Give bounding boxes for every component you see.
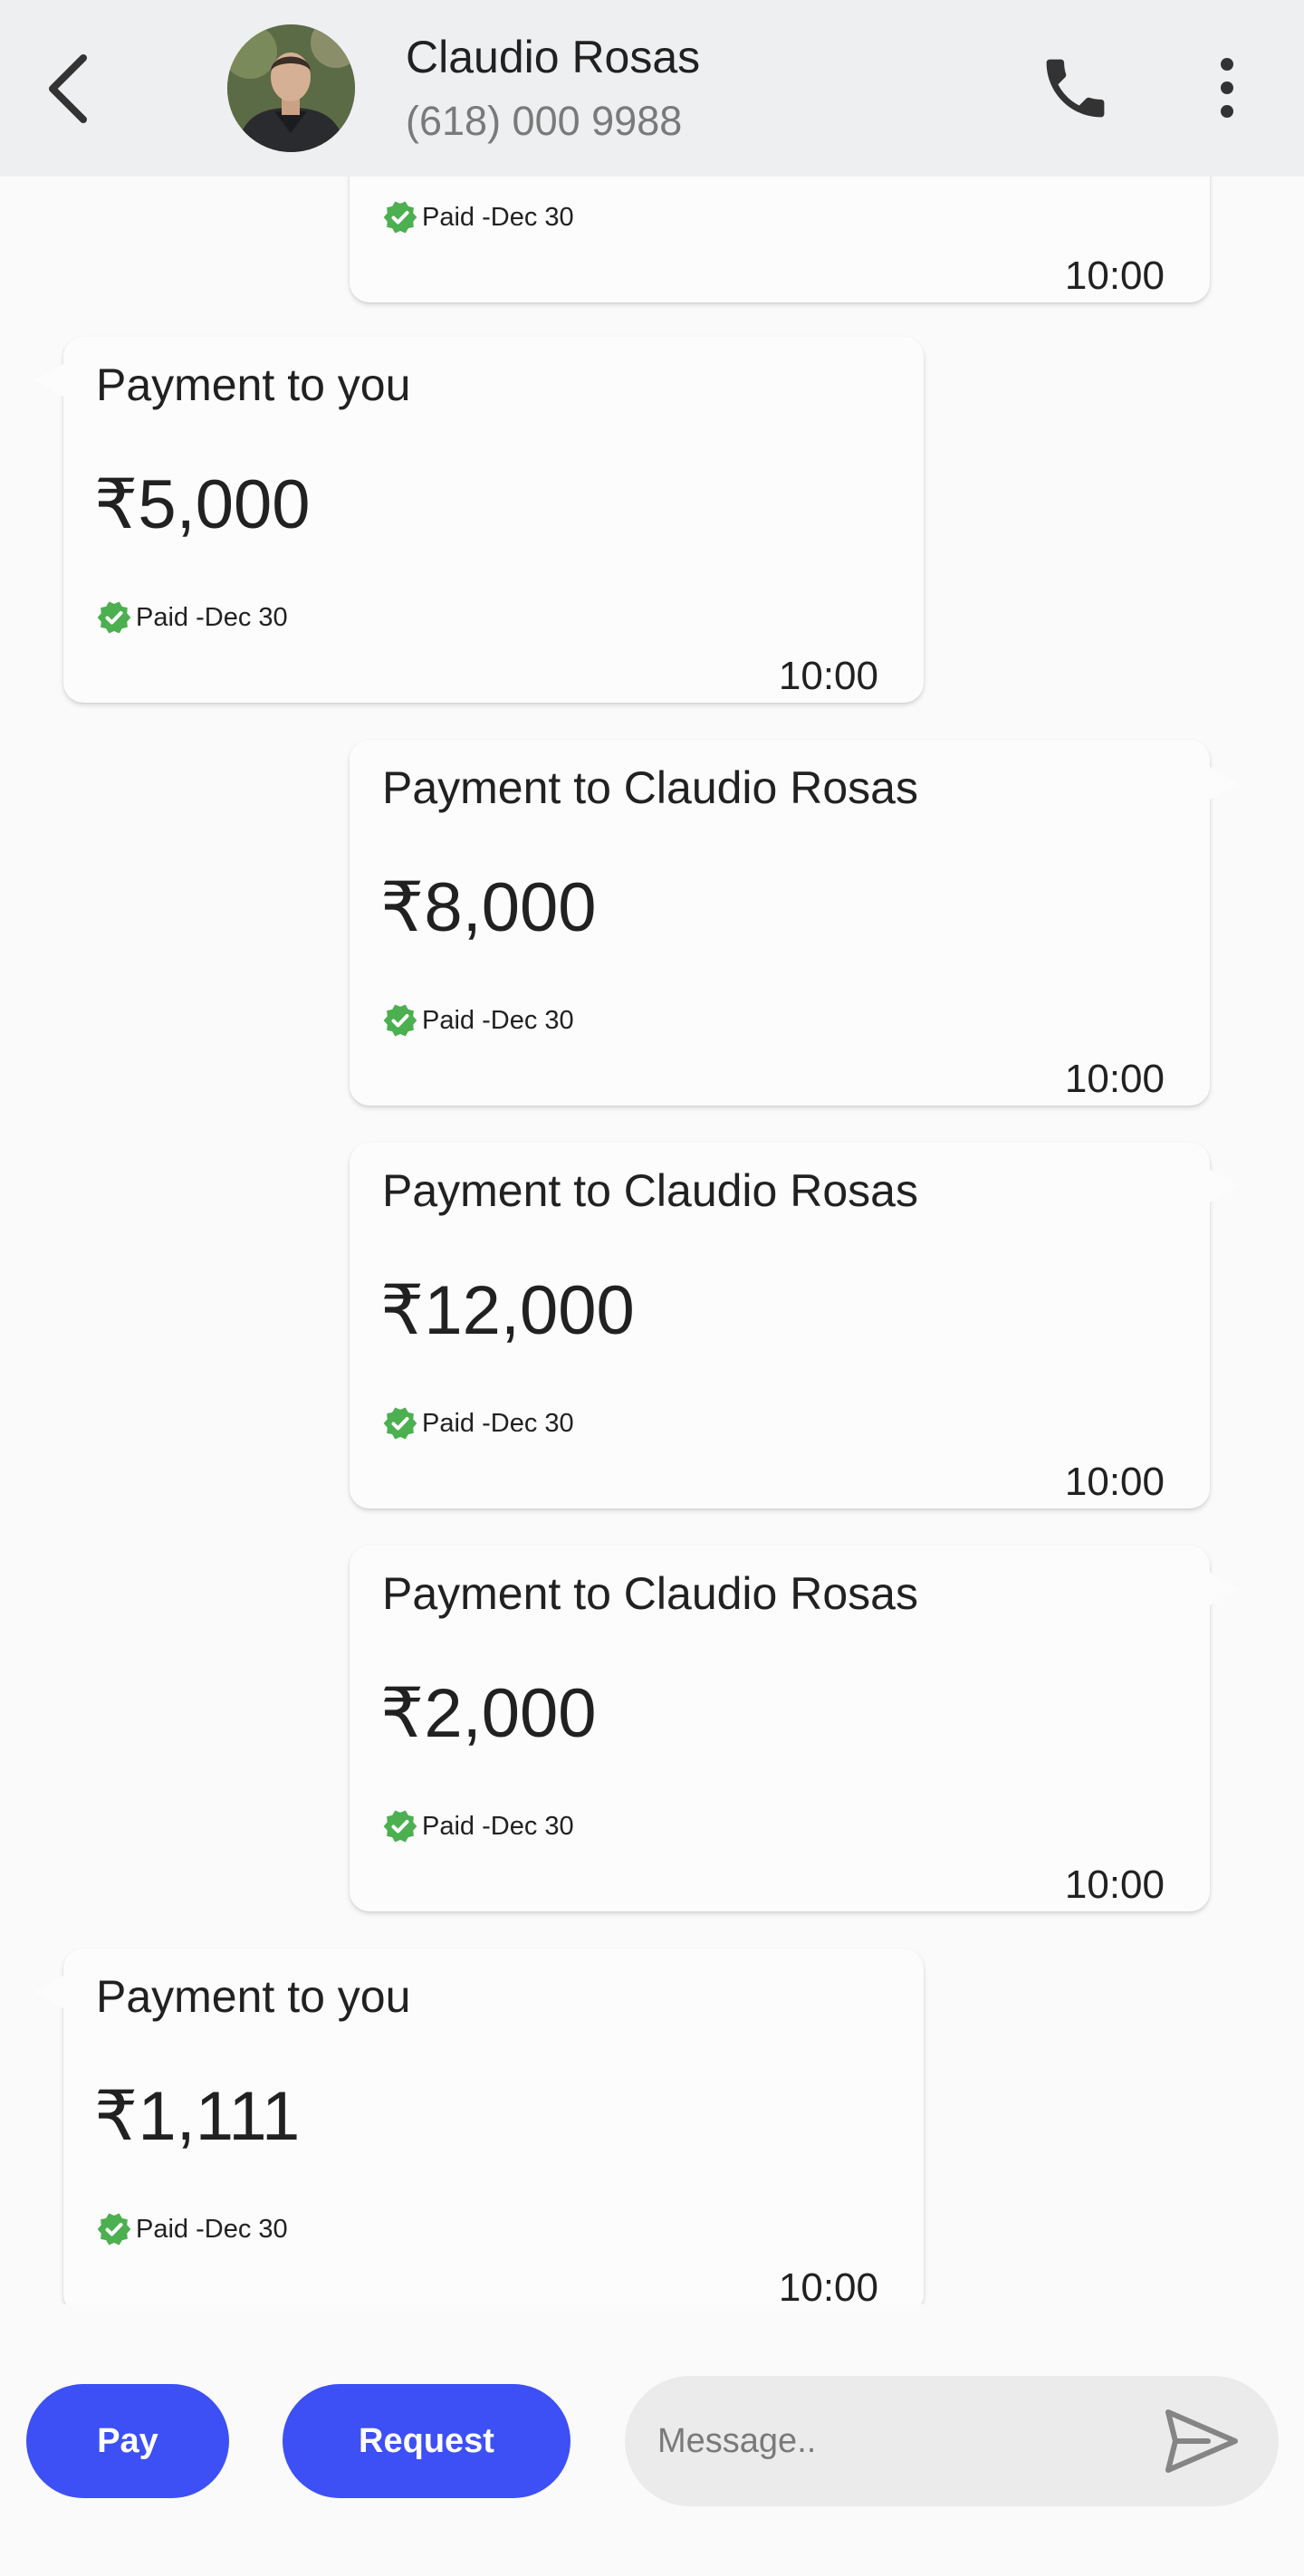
chat-header: Claudio Rosas (618) 000 9988 [0, 0, 1304, 177]
payment-title: Payment to Claudio Rosas [382, 762, 918, 813]
payment-title: Payment to you [96, 359, 411, 410]
message-box [625, 2376, 1279, 2506]
payment-amount: ₹5,000 [94, 466, 311, 543]
contact-phone: (618) 000 9988 [406, 98, 683, 144]
pay-button[interactable]: Pay [26, 2384, 229, 2498]
composer-bar: Pay Request [0, 2304, 1304, 2576]
bubble-tail [34, 1976, 63, 2008]
contact-name: Claudio Rosas [406, 32, 701, 82]
bubble-tail [34, 364, 63, 397]
payment-amount: ₹2,000 [380, 1675, 597, 1752]
chat-screen: Claudio Rosas (618) 000 9988 Paid -Dec 3… [0, 0, 1304, 2576]
chevron-left-icon [49, 54, 87, 123]
payment-title: Payment to Claudio Rosas [382, 1568, 918, 1619]
message-time: 10:00 [1064, 254, 1165, 298]
payment-status-text: Paid -Dec 30 [136, 602, 288, 632]
more-options-button[interactable] [1204, 50, 1250, 127]
verified-check-icon [383, 1004, 417, 1037]
message-input[interactable] [657, 2403, 1128, 2479]
payment-status-text: Paid -Dec 30 [422, 1005, 574, 1035]
payment-status: Paid -Dec 30 [96, 2211, 288, 2247]
payment-amount: ₹1,111 [94, 2078, 301, 2155]
payment-bubble[interactable]: Payment to you ₹1,111 Paid -Dec 30 10:00 [34, 1949, 924, 2304]
message-time: 10:00 [1064, 1863, 1165, 1907]
payment-status: Paid -Dec 30 [382, 1808, 574, 1844]
payment-bubble[interactable]: Paid -Dec 30 10:00 [350, 177, 1210, 302]
more-vertical-icon [1221, 58, 1233, 118]
payment-status-text: Paid -Dec 30 [422, 1408, 574, 1438]
bubble-tail [1210, 1573, 1239, 1605]
send-button[interactable] [1163, 2403, 1241, 2479]
payment-bubble[interactable]: Payment to Claudio Rosas ₹12,000 Paid -D… [350, 1143, 1239, 1508]
message-time: 10:00 [778, 654, 878, 698]
payment-amount: ₹8,000 [380, 869, 597, 946]
call-button[interactable] [1037, 50, 1114, 127]
message-list[interactable]: Paid -Dec 30 10:00 Payment to you ₹5,000… [0, 177, 1304, 2304]
request-button[interactable]: Request [283, 2384, 570, 2498]
payment-status: Paid -Dec 30 [382, 199, 574, 235]
phone-icon [1046, 59, 1105, 118]
payment-bubble[interactable]: Payment to Claudio Rosas ₹2,000 Paid -De… [350, 1546, 1239, 1911]
payment-status-text: Paid -Dec 30 [422, 1811, 574, 1841]
contact-photo [227, 24, 355, 152]
verified-check-icon [383, 201, 417, 234]
verified-check-icon [383, 1407, 417, 1440]
payment-status: Paid -Dec 30 [382, 1002, 574, 1039]
payment-bubble[interactable]: Payment to Claudio Rosas ₹8,000 Paid -De… [350, 740, 1239, 1106]
verified-check-icon [97, 601, 131, 634]
back-button[interactable] [36, 47, 109, 130]
verified-check-icon [383, 1810, 417, 1843]
payment-status-text: Paid -Dec 30 [136, 2214, 288, 2244]
payment-amount: ₹12,000 [380, 1272, 635, 1349]
payment-title: Payment to you [96, 1971, 411, 2022]
payment-status-text: Paid -Dec 30 [422, 202, 574, 232]
send-icon [1165, 2409, 1238, 2473]
payment-status: Paid -Dec 30 [382, 1405, 574, 1441]
payment-status: Paid -Dec 30 [96, 599, 288, 636]
avatar[interactable] [227, 24, 355, 152]
payment-bubble[interactable]: Payment to you ₹5,000 Paid -Dec 30 10:00 [34, 337, 924, 703]
bubble-tail [1210, 767, 1239, 800]
message-time: 10:00 [778, 2265, 878, 2304]
message-time: 10:00 [1064, 1460, 1165, 1504]
bubble-tail [1210, 1170, 1239, 1202]
payment-title: Payment to Claudio Rosas [382, 1165, 918, 1216]
message-time: 10:00 [1064, 1057, 1165, 1101]
verified-check-icon [97, 2213, 131, 2246]
